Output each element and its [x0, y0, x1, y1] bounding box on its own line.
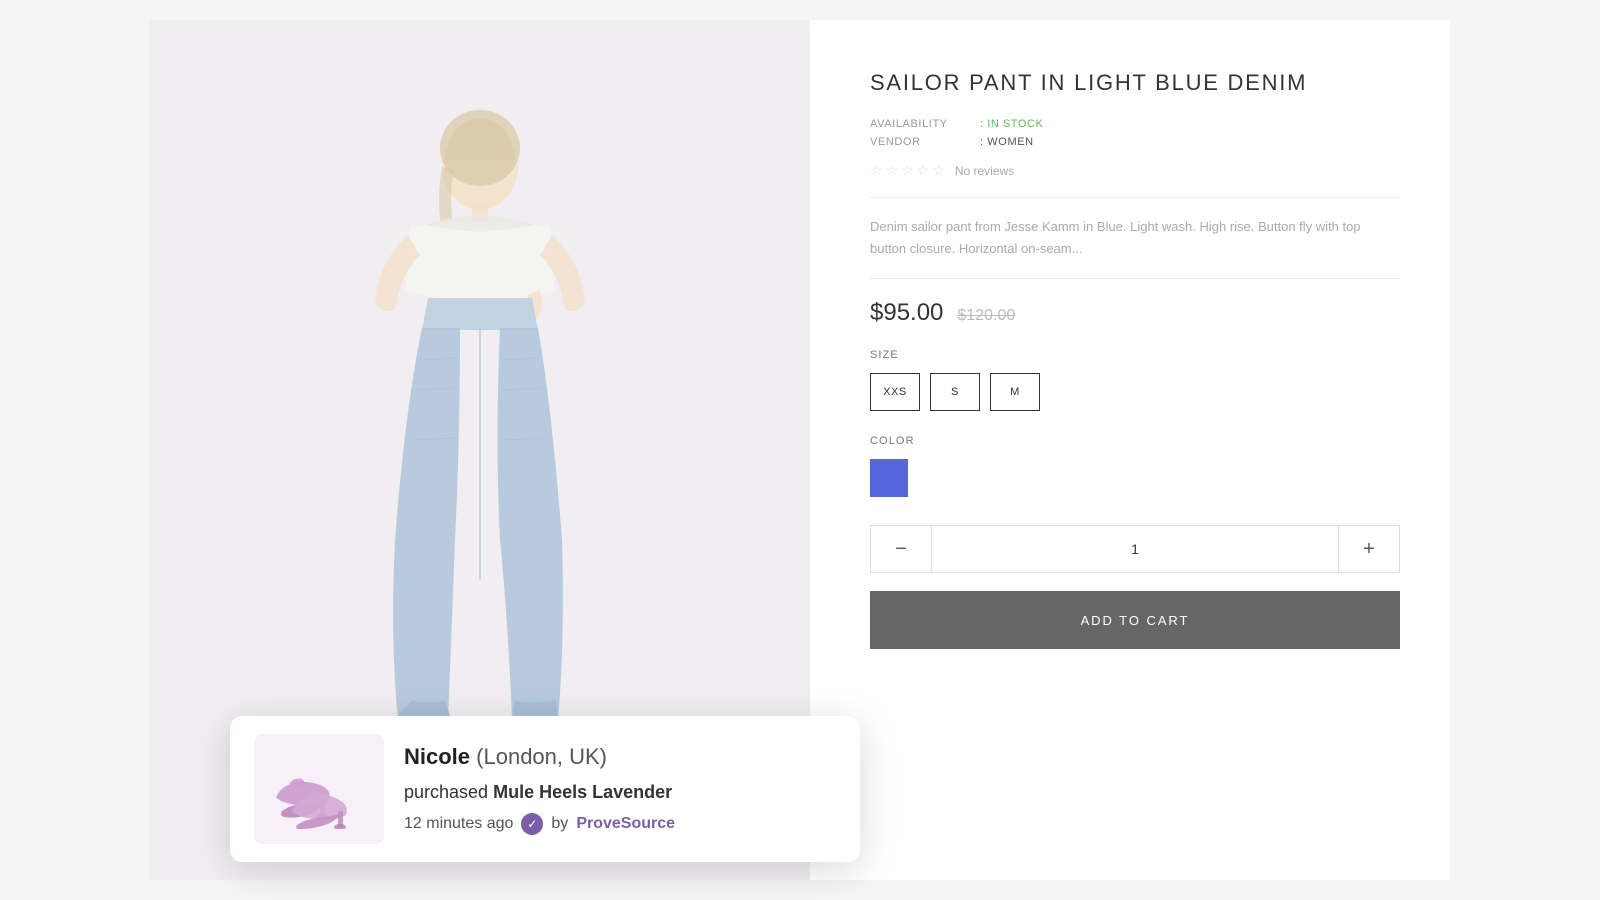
notification-text: Nicole (London, UK) purchased Mule Heels…: [404, 743, 836, 835]
price-current: $95.00: [870, 299, 943, 327]
notification-product-image: [254, 734, 384, 844]
color-options: [870, 459, 1400, 497]
notification-product: Mule Heels Lavender: [493, 782, 672, 802]
size-label: SIZE: [870, 349, 1400, 361]
customer-location: (London, UK): [476, 744, 607, 769]
product-description: Denim sailor pant from Jesse Kamm in Blu…: [870, 216, 1400, 260]
quantity-decrease-button[interactable]: −: [871, 526, 931, 572]
add-to-cart-button[interactable]: ADD TO CART: [870, 591, 1400, 649]
notification-action: purchased Mule Heels Lavender: [404, 782, 836, 803]
size-s[interactable]: S: [930, 373, 980, 411]
color-swatch-blue[interactable]: [870, 459, 908, 497]
vendor-value: : WOMEN: [980, 136, 1034, 148]
star-rating: ☆ ☆ ☆ ☆ ☆: [870, 162, 945, 179]
by-text: by: [551, 815, 568, 833]
size-options: XXS S M: [870, 373, 1400, 411]
provesource-notification[interactable]: Nicole (London, UK) purchased Mule Heels…: [230, 716, 860, 862]
price-row: $95.00 $120.00: [870, 299, 1400, 327]
quantity-value: 1: [931, 526, 1339, 572]
price-original: $120.00: [957, 307, 1015, 325]
star-3: ☆: [901, 162, 914, 179]
size-m[interactable]: M: [990, 373, 1040, 411]
product-details: SAILOR PANT IN LIGHT BLUE DENIM AVAILABI…: [810, 20, 1450, 880]
star-4: ☆: [917, 162, 930, 179]
reviews-row: ☆ ☆ ☆ ☆ ☆ No reviews: [870, 162, 1400, 179]
star-1: ☆: [870, 162, 883, 179]
vendor-label: VENDOR: [870, 136, 980, 148]
size-xxs[interactable]: XXS: [870, 373, 920, 411]
product-title: SAILOR PANT IN LIGHT BLUE DENIM: [870, 70, 1400, 96]
star-2: ☆: [886, 162, 899, 179]
provesource-brand: ProveSource: [576, 815, 675, 833]
page-container: SAILOR PANT IN LIGHT BLUE DENIM AVAILABI…: [150, 20, 1450, 880]
verified-badge: ✓: [521, 813, 543, 835]
notification-name: Nicole (London, UK): [404, 743, 836, 772]
shoe-illustration: [264, 749, 374, 829]
time-ago: 12 minutes ago: [404, 815, 513, 833]
divider-2: [870, 278, 1400, 279]
color-label: COLOR: [870, 435, 1400, 447]
vendor-row: VENDOR : WOMEN: [870, 136, 1400, 148]
availability-row: AVAILABILITY : IN STOCK: [870, 118, 1400, 130]
no-reviews-text: No reviews: [955, 164, 1014, 178]
availability-label: AVAILABILITY: [870, 118, 980, 130]
customer-name: Nicole: [404, 744, 470, 769]
notification-footer: 12 minutes ago ✓ by ProveSource: [404, 813, 836, 835]
quantity-increase-button[interactable]: +: [1339, 526, 1399, 572]
quantity-row: − 1 +: [870, 525, 1400, 573]
availability-value: : IN STOCK: [980, 118, 1043, 130]
star-5: ☆: [932, 162, 945, 179]
divider-1: [870, 197, 1400, 198]
